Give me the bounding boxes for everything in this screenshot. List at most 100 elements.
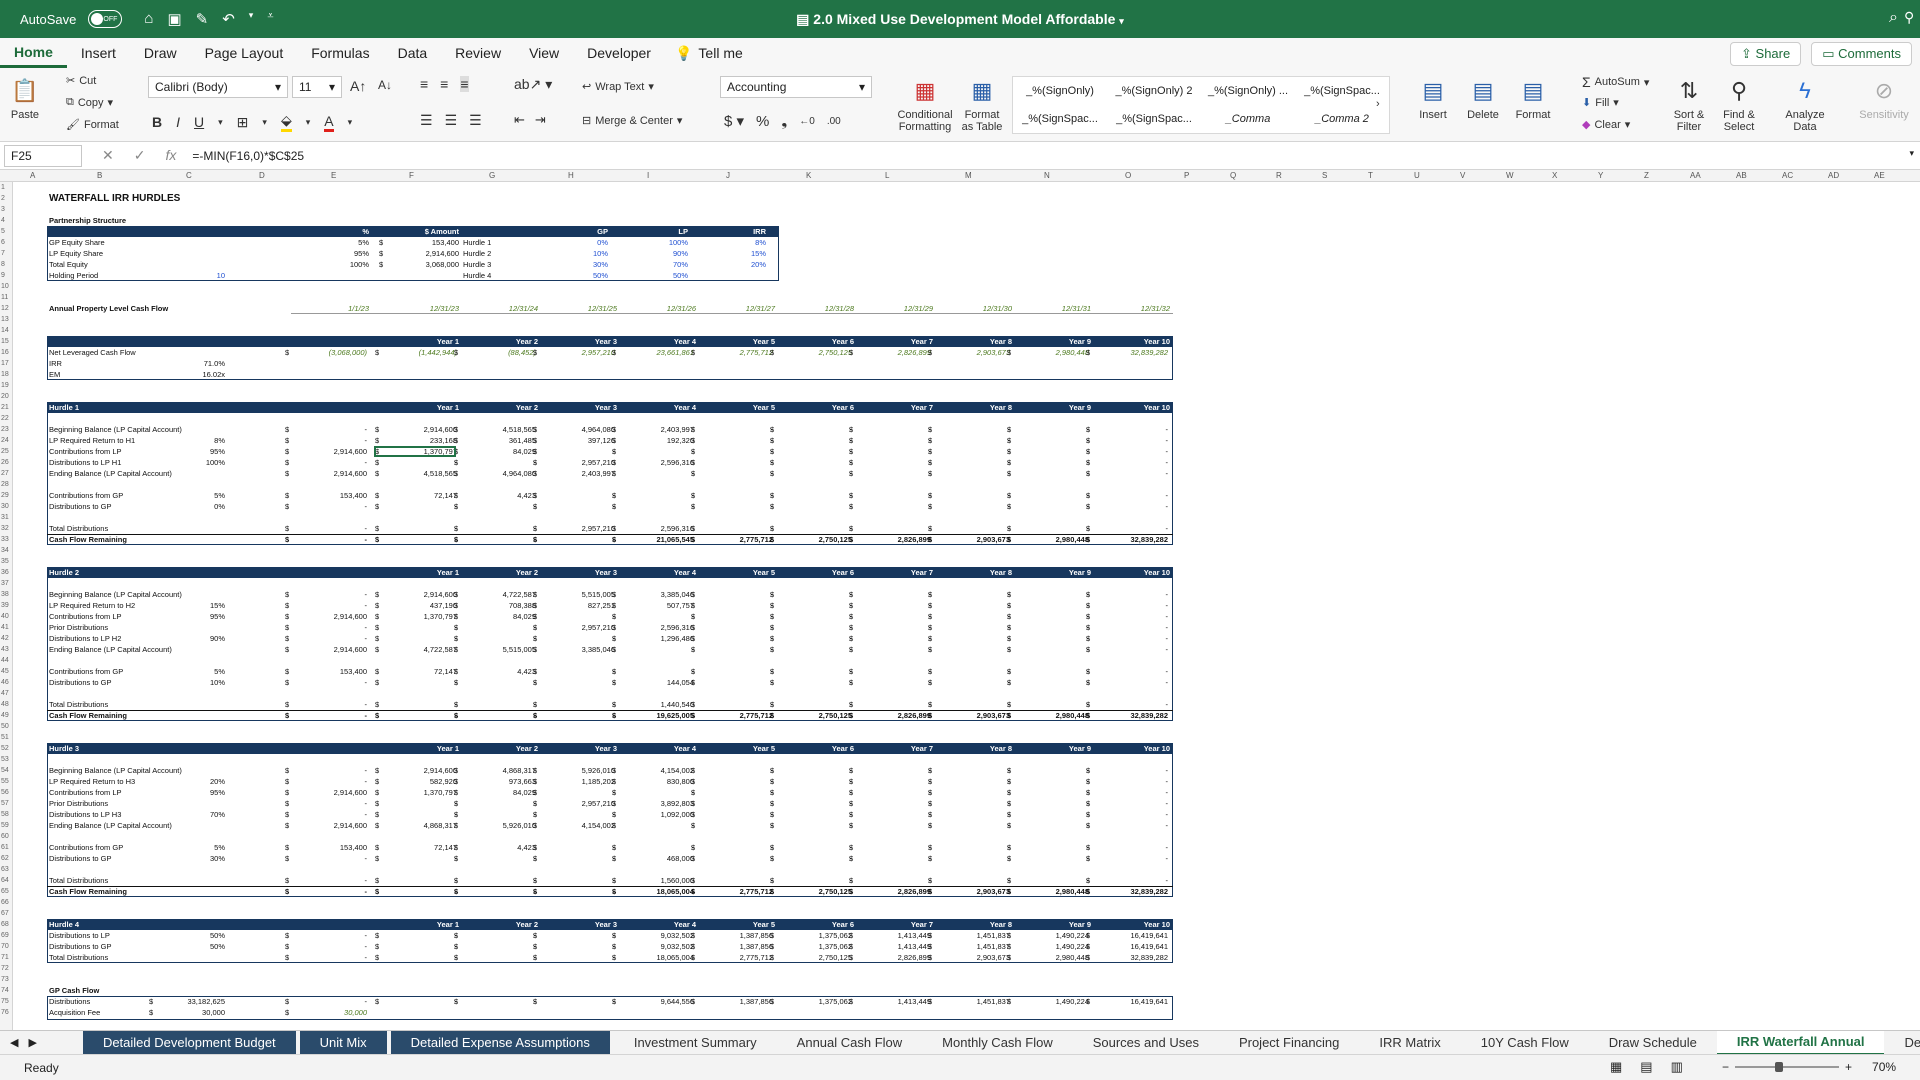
row-header[interactable]: 64 [1, 875, 9, 886]
fill-button[interactable]: ⬇ Fill ▾ [1582, 96, 1619, 110]
cell-style-item[interactable]: _Comma 2 [1295, 105, 1389, 133]
column-header[interactable]: U [1414, 171, 1420, 180]
underline-icon[interactable]: U [194, 114, 204, 130]
page-layout-view-icon[interactable]: ▤ [1640, 1059, 1652, 1075]
row-header[interactable]: 46 [1, 677, 9, 688]
number-format-select[interactable]: Accounting ▾ [720, 76, 872, 98]
row-header[interactable]: 23 [1, 424, 9, 435]
cancel-icon[interactable]: ✕ [102, 147, 114, 164]
row-header[interactable]: 73 [1, 974, 9, 985]
row-header[interactable]: 38 [1, 589, 9, 600]
borders-icon[interactable]: ⊞ [237, 114, 249, 131]
row-header[interactable]: 27 [1, 468, 9, 479]
tab-review[interactable]: Review [441, 38, 515, 68]
cut-button[interactable]: ✂ Cut [66, 74, 96, 88]
worksheet-grid[interactable]: WATERFALL IRR HURDLES Partnership Structu… [13, 182, 1920, 1030]
zoom-level[interactable]: 70% [1872, 1060, 1896, 1074]
row-header[interactable]: 69 [1, 930, 9, 941]
chevron-down-icon[interactable]: ▾ [348, 117, 353, 128]
row-header[interactable]: 35 [1, 556, 9, 567]
row-header[interactable]: 44 [1, 655, 9, 666]
chevron-right-icon[interactable]: › [1376, 98, 1380, 110]
function-icon[interactable]: fx [165, 147, 176, 164]
fill-color-icon[interactable]: ⬙ [280, 112, 292, 132]
column-header[interactable]: M [965, 171, 972, 180]
cell-style-item[interactable]: _%(SignOnly) 2 [1107, 77, 1201, 105]
name-box[interactable]: F25 [4, 144, 82, 167]
row-header[interactable]: 3 [1, 204, 5, 215]
column-header[interactable]: K [806, 171, 811, 180]
sheet-tab[interactable]: 10Y Cash Flow [1461, 1031, 1589, 1055]
column-header[interactable]: AE [1874, 171, 1885, 180]
row-header[interactable]: 48 [1, 699, 9, 710]
row-header[interactable]: 51 [1, 732, 9, 743]
customize-qat-icon[interactable]: ⩡ [267, 10, 273, 28]
tab-home[interactable]: Home [0, 38, 67, 68]
decrease-indent-icon[interactable]: ⇤ [514, 112, 525, 128]
column-header[interactable]: J [726, 171, 730, 180]
undo-dropdown-icon[interactable]: ▾ [249, 10, 254, 28]
row-header[interactable]: 34 [1, 545, 9, 556]
tab-data[interactable]: Data [384, 38, 442, 68]
cell-style-item[interactable]: _%(SignSpac... [1107, 105, 1201, 133]
row-header[interactable]: 49 [1, 710, 9, 721]
increase-indent-icon[interactable]: ⇥ [535, 112, 546, 128]
percent-icon[interactable]: % [756, 113, 769, 130]
decrease-decimal-icon[interactable]: .00 [827, 116, 841, 127]
row-header[interactable]: 5 [1, 226, 5, 237]
orientation-icon[interactable]: ab↗ ▾ [514, 76, 552, 93]
column-header[interactable]: L [885, 171, 889, 180]
sheet-tab[interactable]: Sources and Uses [1073, 1031, 1219, 1055]
column-header[interactable]: C [186, 171, 192, 180]
row-header[interactable]: 22 [1, 413, 9, 424]
row-header[interactable]: 31 [1, 512, 9, 523]
italic-icon[interactable]: I [176, 114, 180, 130]
sheet-tab[interactable]: Draw Schedule [1589, 1031, 1717, 1055]
column-header[interactable]: AC [1782, 171, 1793, 180]
row-header[interactable]: 6 [1, 237, 5, 248]
align-right-icon[interactable]: ☰ [469, 112, 482, 129]
row-header[interactable]: 75 [1, 996, 9, 1007]
tab-insert[interactable]: Insert [67, 38, 130, 68]
chevron-down-icon[interactable]: ▾ [306, 117, 311, 128]
sensitivity-button[interactable]: ⊘ Sensitivity [1856, 76, 1912, 122]
row-header[interactable]: 15 [1, 336, 9, 347]
cell-style-item[interactable]: _%(SignSpac... [1295, 77, 1389, 105]
autosum-button[interactable]: Σ AutoSum ▾ [1582, 74, 1649, 90]
column-header[interactable]: T [1368, 171, 1373, 180]
align-middle-icon[interactable]: ≡ [440, 76, 448, 92]
row-header[interactable]: 20 [1, 391, 9, 402]
format-as-table-button[interactable]: ▦ Format as Table [958, 76, 1006, 134]
row-header[interactable]: 54 [1, 765, 9, 776]
font-size-select[interactable]: 11 ▾ [292, 76, 342, 98]
row-header[interactable]: 40 [1, 611, 9, 622]
column-header[interactable]: E [331, 171, 336, 180]
align-center-icon[interactable]: ☰ [445, 112, 458, 129]
row-header[interactable]: 37 [1, 578, 9, 589]
row-header[interactable]: 13 [1, 314, 9, 325]
row-header[interactable]: 25 [1, 446, 9, 457]
format-cells-button[interactable]: ▤ Format [1510, 76, 1556, 122]
enter-icon[interactable]: ✓ [134, 147, 146, 164]
column-header[interactable]: N [1044, 171, 1050, 180]
row-header[interactable]: 76 [1, 1007, 9, 1018]
sheet-tab[interactable]: Project Financing [1219, 1031, 1359, 1055]
font-name-select[interactable]: Calibri (Body) ▾ [148, 76, 288, 98]
row-header[interactable]: 67 [1, 908, 9, 919]
column-header[interactable]: H [568, 171, 574, 180]
row-header[interactable]: 65 [1, 886, 9, 897]
row-header[interactable]: 56 [1, 787, 9, 798]
sheet-tab[interactable]: Unit Mix [299, 1030, 387, 1055]
bold-icon[interactable]: B [152, 114, 162, 130]
column-header[interactable]: F [409, 171, 414, 180]
row-header[interactable]: 12 [1, 303, 9, 314]
tab-developer[interactable]: Developer [573, 38, 665, 68]
column-header[interactable]: AA [1690, 171, 1701, 180]
row-header[interactable]: 11 [1, 292, 8, 303]
row-header[interactable]: 42 [1, 633, 9, 644]
row-header[interactable]: 62 [1, 853, 9, 864]
sheet-tab[interactable]: IRR Waterfall Annual [1716, 1030, 1885, 1055]
comments-button[interactable]: ▭ Comments [1811, 42, 1912, 66]
formula-input[interactable]: =-MIN(F16,0)*$C$25 [192, 149, 304, 163]
account-icon[interactable]: ⚲ [1904, 9, 1920, 27]
